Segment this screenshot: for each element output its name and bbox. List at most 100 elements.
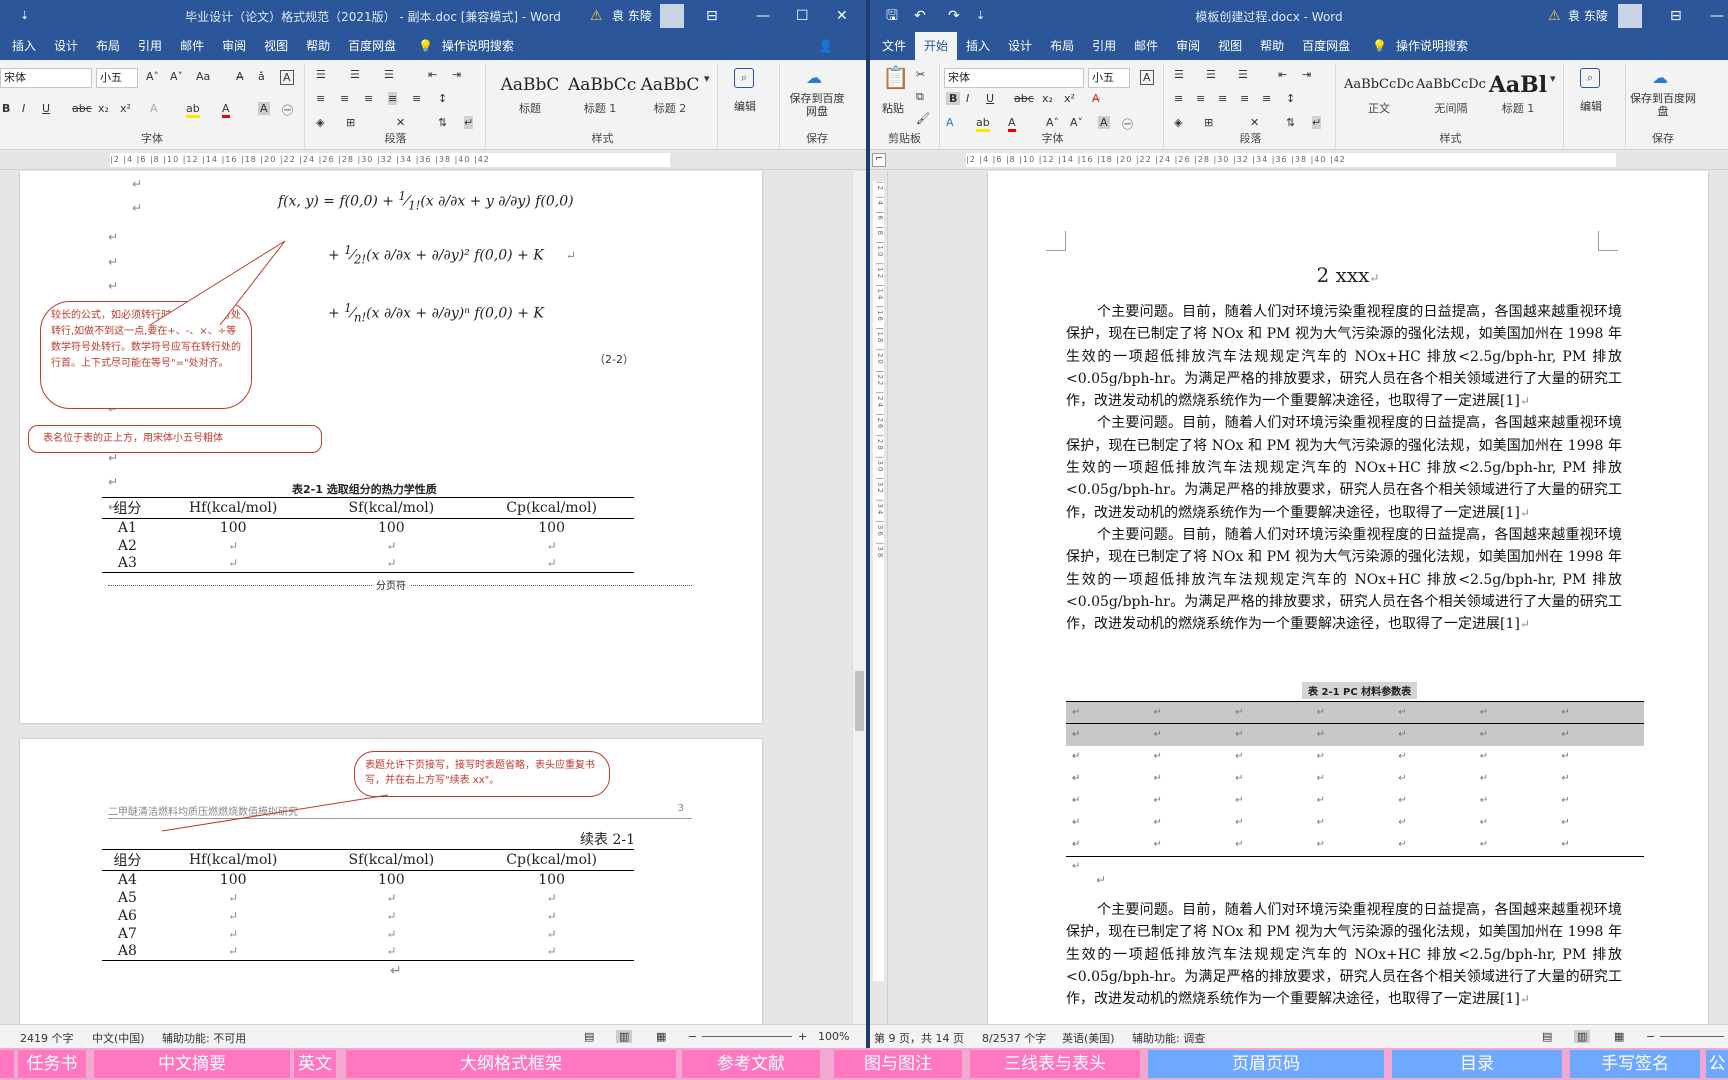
asian-layout-icon[interactable]: ✕	[396, 116, 405, 129]
align-right-icon[interactable]: ≡	[1218, 92, 1227, 105]
tab-insert[interactable]: 插入	[0, 32, 45, 60]
template-table[interactable]: ↵ ↵ ↵ ↵ ↵ ↵ ↵ ↵ ↵ ↵ ↵ ↵ ↵ ↵ ↵ ↵ ↵ ↵ ↵ ↵ …	[1066, 701, 1644, 872]
accessibility-status[interactable]: 辅助功能: 不可用	[162, 1030, 246, 1046]
tab-review[interactable]: 审阅	[1167, 32, 1209, 60]
task-tab-header-page-number[interactable]: 页眉页码	[1148, 1050, 1384, 1078]
borders-icon[interactable]: ⊞	[1204, 116, 1213, 129]
style-heading1[interactable]: AaBbCc 标题 1	[568, 70, 636, 124]
tab-review[interactable]: 审阅	[213, 32, 255, 60]
multilevel-icon[interactable]: ☰	[384, 68, 394, 81]
vertical-ruler[interactable]: |2 |4 |6 |8 |10 |12 |14 |16 |18 |20 |22 …	[870, 171, 888, 1024]
continue-table-callout[interactable]: 表题允许下页接写，接写时表题省略，表头应重复书写，并在右上方写"续表 xx"。	[354, 751, 610, 797]
document-page-2[interactable]: 二甲醚清洁燃料均质压燃燃烧数值模拟研究 3 表题允许下页接写，接写时表题省略，表头…	[20, 739, 762, 1024]
task-tab-assignment[interactable]: 任务书	[18, 1050, 86, 1078]
clear-format-icon[interactable]: A̶	[236, 70, 244, 83]
task-tab-chinese-abstract[interactable]: 中文摘要	[94, 1050, 290, 1078]
ribbon-display-icon[interactable]: ⊟	[706, 4, 718, 28]
save-to-baidu-button[interactable]: 保存到百度网盘	[1630, 92, 1696, 118]
task-tab-figures[interactable]: 图与图注	[834, 1050, 962, 1078]
left-user-name[interactable]: 袁 东陵	[612, 4, 652, 28]
styles-more-icon[interactable]: ▾	[704, 72, 710, 85]
underline-icon[interactable]: U	[986, 92, 994, 105]
font-name-box[interactable]: 宋体	[944, 68, 1084, 88]
zoom-out-icon[interactable]: −	[1646, 1030, 1655, 1043]
sort-icon[interactable]: ⇅	[438, 116, 447, 129]
tab-help[interactable]: 帮助	[297, 32, 339, 60]
word-count[interactable]: 2419 个字	[20, 1030, 74, 1046]
body-text-2[interactable]: 个主要问题。目前，随着人们对环境污染重视程度的日益提高，各国越来越重视环境保护，…	[1066, 899, 1622, 1010]
align-left-icon[interactable]: ≡	[1174, 92, 1183, 105]
strikethrough-icon[interactable]: abc	[1014, 92, 1034, 105]
grow-font-icon[interactable]: A˄	[146, 70, 159, 83]
task-tab-edge[interactable]	[0, 1050, 14, 1078]
bullets-icon[interactable]: ☰	[1174, 68, 1184, 81]
style-heading2[interactable]: AaBbC 标题 2	[638, 70, 702, 124]
read-mode-icon[interactable]: ▤	[1542, 1030, 1552, 1043]
task-tab-references[interactable]: 参考文献	[682, 1050, 820, 1078]
font-size-box[interactable]: 小五	[1088, 68, 1130, 88]
tab-baidu[interactable]: 百度网盘	[1293, 32, 1359, 60]
search-icon[interactable]: ⌕	[734, 68, 755, 88]
line-spacing-icon[interactable]: ↕	[438, 92, 447, 105]
zoom-in-icon[interactable]: +	[798, 1030, 807, 1043]
web-layout-icon[interactable]: ▦	[1614, 1030, 1624, 1043]
task-tab-three-line-tables[interactable]: 三线表与表头	[970, 1050, 1140, 1078]
align-center-icon[interactable]: ≡	[1196, 92, 1205, 105]
char-border-icon[interactable]: A	[1140, 70, 1154, 85]
increase-indent-icon[interactable]: ⇥	[1302, 68, 1311, 81]
line-spacing-icon[interactable]: ↕	[1286, 92, 1295, 105]
multilevel-icon[interactable]: ☰	[1238, 68, 1248, 81]
shrink-font-icon[interactable]: A˅	[170, 70, 183, 83]
task-tab-more[interactable]: 公	[1706, 1050, 1728, 1078]
shading-icon[interactable]: ◈	[316, 116, 324, 129]
read-mode-icon[interactable]: ▤	[584, 1030, 594, 1043]
tab-selector[interactable]: ⌐	[872, 153, 886, 167]
right-user-name[interactable]: 袁 东陵	[1568, 4, 1608, 28]
format-painter-icon[interactable]: 🖌	[916, 112, 930, 125]
task-tab-english[interactable]: 英文	[294, 1050, 336, 1078]
borders-icon[interactable]: ⊞	[346, 116, 355, 129]
tab-help[interactable]: 帮助	[1251, 32, 1293, 60]
grow-font-icon[interactable]: A˄	[1046, 116, 1059, 129]
tab-home[interactable]: 开始	[915, 32, 958, 60]
bold-icon[interactable]: B	[946, 92, 961, 105]
tab-layout[interactable]: 布局	[87, 32, 129, 60]
vertical-scrollbar[interactable]	[852, 171, 866, 1024]
char-shading-icon[interactable]: A	[258, 102, 270, 115]
horizontal-ruler[interactable]: |2 |4 |6 |8 |10 |12 |14 |16 |18 |20 |22 …	[0, 150, 866, 170]
italic-icon[interactable]: I	[22, 102, 25, 115]
zoom-level[interactable]: 100%	[818, 1030, 849, 1043]
distributed-icon[interactable]: ≡	[412, 92, 421, 105]
decrease-indent-icon[interactable]: ⇤	[428, 68, 437, 81]
document-page[interactable]: ↵ ↵ ↵↵↵↵↵↵↵↵↵↵↵↵ f(x, y) = f(0,0) + 1⁄1!…	[20, 171, 762, 723]
section-heading[interactable]: 2 xxx↵	[988, 263, 1708, 287]
align-left-icon[interactable]: ≡	[316, 92, 325, 105]
document-page[interactable]: 2 xxx↵ 个主要问题。目前，随着人们对环境污染重视程度的日益提高，各国越来越…	[988, 171, 1708, 1024]
tab-view[interactable]: 视图	[1209, 32, 1251, 60]
superscript-icon[interactable]: x²	[1064, 92, 1075, 105]
numbering-icon[interactable]: ☰	[1206, 68, 1216, 81]
tab-references[interactable]: 引用	[129, 32, 171, 60]
highlight-icon[interactable]: ab	[186, 102, 200, 118]
copy-icon[interactable]: ⧉	[916, 90, 924, 104]
strikethrough-icon[interactable]: abc	[72, 102, 92, 115]
style-heading1[interactable]: AaBl 标题 1	[1488, 70, 1548, 124]
font-size-box[interactable]: 小五	[96, 68, 138, 88]
task-tab-toc[interactable]: 目录	[1392, 1050, 1562, 1078]
continued-table[interactable]: 组分 Hf(kcal/mol) Sf(kcal/mol) Cp(kcal/mol) A…	[102, 849, 634, 961]
align-right-icon[interactable]: ≡	[364, 92, 373, 105]
maximize-icon[interactable]: ☐	[796, 4, 809, 28]
justify-icon[interactable]: ≡	[1240, 92, 1249, 105]
ribbon-display-icon[interactable]: ⊟	[1670, 4, 1682, 28]
bullets-icon[interactable]: ☰	[316, 68, 326, 81]
sort-icon[interactable]: ⇅	[1286, 116, 1295, 129]
print-layout-icon[interactable]: ▥	[616, 1030, 633, 1043]
zoom-slider[interactable]	[1660, 1036, 1724, 1037]
cut-icon[interactable]: ✂	[916, 68, 925, 81]
tab-layout[interactable]: 布局	[1041, 32, 1083, 60]
search-icon[interactable]: ⌕	[1580, 68, 1601, 88]
style-normal[interactable]: AaBbCcDc 正文	[1344, 70, 1414, 124]
word-count[interactable]: 8/2537 个字	[982, 1030, 1046, 1046]
tab-design[interactable]: 设计	[45, 32, 87, 60]
close-icon[interactable]: ✕	[836, 4, 848, 28]
